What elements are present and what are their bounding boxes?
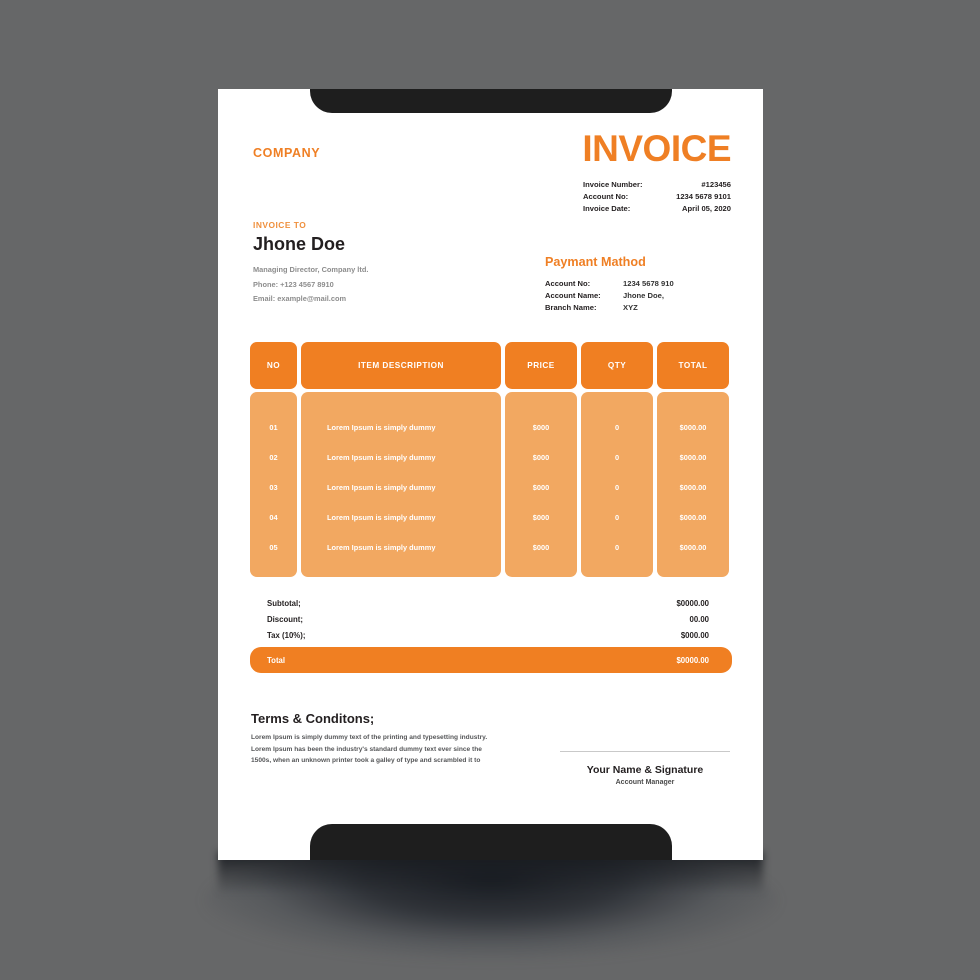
cell-qty: 0: [614, 482, 620, 492]
cell-price: $000: [532, 542, 550, 552]
meta-label: Invoice Date:: [583, 203, 631, 213]
signature-block: Your Name & Signature Account Manager: [560, 751, 730, 786]
summary-value: $000.00: [680, 630, 709, 640]
payment-value: Jhone Doe,: [623, 290, 664, 300]
invoice-meta-table: Invoice Number: #123456 Account No: 1234…: [583, 178, 731, 215]
items-column-total: $000.00 $000.00 $000.00 $000.00 $000.00: [657, 392, 729, 577]
cell-price: $000: [532, 452, 550, 462]
terms-line: Lorem Ipsum is simply dummy text of the …: [251, 734, 488, 741]
summary-label: Discount;: [267, 614, 303, 624]
column-header-qty: QTY: [581, 342, 653, 389]
summary-total-label: Total: [267, 655, 286, 665]
cell-total: $000.00: [679, 482, 707, 492]
items-table-body: 01 02 03 04 05 Lorem Ipsum is simply dum…: [250, 392, 732, 577]
client-phone-line: Phone: +123 4567 8910: [253, 279, 334, 289]
cell-description: Lorem Ipsum is simply dummy: [327, 542, 436, 552]
cell-total: $000.00: [679, 452, 707, 462]
cell-no: 01: [269, 422, 278, 432]
items-column-no: 01 02 03 04 05: [250, 392, 297, 577]
signature-line: [560, 751, 730, 752]
meta-value: April 05, 2020: [682, 203, 731, 213]
summary-row-total: Total $0000.00: [250, 647, 732, 673]
payment-row: Account Name: Jhone Doe,: [545, 289, 674, 301]
summary-label: Subtotal;: [267, 598, 301, 608]
cell-total: $000.00: [679, 542, 707, 552]
column-header-price: PRICE: [505, 342, 577, 389]
column-header-no: NO: [250, 342, 297, 389]
summary-row-tax: Tax (10%); $000.00: [250, 627, 732, 643]
meta-value: 1234 5678 9101: [676, 191, 731, 201]
items-column-qty: 0 0 0 0 0: [581, 392, 653, 577]
payment-value: XYZ: [623, 302, 638, 312]
terms-title: Terms & Conditons;: [251, 711, 375, 726]
summary-label: Tax (10%);: [267, 630, 306, 640]
cell-price: $000: [532, 422, 550, 432]
invoice-title: INVOICE: [582, 128, 731, 169]
signature-role: Account Manager: [615, 779, 675, 786]
payment-label: Account No:: [545, 278, 591, 288]
meta-label: Account No:: [583, 191, 629, 201]
cell-no: 02: [269, 452, 278, 462]
summary-value: $0000.00: [676, 598, 709, 608]
payment-label: Account Name:: [545, 290, 601, 300]
summary-total-value: $0000.00: [676, 655, 709, 665]
meta-row: Invoice Date: April 05, 2020: [583, 202, 731, 214]
cell-description: Lorem Ipsum is simply dummy: [327, 452, 436, 462]
company-name: COMPANY: [253, 146, 321, 160]
payment-method-title: Paymant Mathod: [545, 255, 646, 269]
payment-row: Account No: 1234 5678 910: [545, 277, 674, 289]
client-contact-block: Managing Director, Company ltd. Phone: +…: [253, 263, 463, 307]
cell-qty: 0: [614, 542, 620, 552]
invoice-content: COMPANY INVOICE Invoice Number: #123456 …: [218, 89, 763, 860]
terms-line: 1500s, when an unknown printer took a ga…: [251, 757, 481, 764]
summary-row-discount: Discount; 00.00: [250, 611, 732, 627]
meta-value: #123456: [701, 179, 731, 189]
meta-label: Invoice Number:: [583, 179, 643, 189]
cell-price: $000: [532, 482, 550, 492]
cell-qty: 0: [614, 452, 620, 462]
payment-row: Branch Name: XYZ: [545, 301, 674, 313]
summary-section: Subtotal; $0000.00 Discount; 00.00 Tax (…: [250, 595, 732, 673]
cell-no: 04: [269, 512, 278, 522]
cell-qty: 0: [614, 422, 620, 432]
cell-qty: 0: [614, 512, 620, 522]
items-column-description: Lorem Ipsum is simply dummy Lorem Ipsum …: [301, 392, 501, 577]
client-email-line: Email: example@mail.com: [253, 294, 347, 303]
summary-value: 00.00: [689, 614, 709, 624]
payment-label: Branch Name:: [545, 302, 597, 312]
cell-description: Lorem Ipsum is simply dummy: [327, 482, 436, 492]
cell-total: $000.00: [679, 422, 707, 432]
payment-value: 1234 5678 910: [623, 278, 674, 288]
cell-no: 05: [269, 542, 278, 552]
cell-no: 03: [269, 482, 278, 492]
meta-row: Invoice Number: #123456: [583, 178, 731, 190]
client-name: Jhone Doe: [253, 234, 346, 254]
cell-total: $000.00: [679, 512, 707, 522]
signature-name: Your Name & Signature: [586, 764, 704, 776]
payment-method-table: Account No: 1234 5678 910 Account Name: …: [545, 277, 674, 314]
items-column-price: $000 $000 $000 $000 $000: [505, 392, 577, 577]
column-header-description: ITEM DESCRIPTION: [301, 342, 501, 389]
column-header-total: TOTAL: [657, 342, 729, 389]
summary-row-subtotal: Subtotal; $0000.00: [250, 595, 732, 611]
meta-row: Account No: 1234 5678 9101: [583, 190, 731, 202]
cell-description: Lorem Ipsum is simply dummy: [327, 422, 436, 432]
cell-description: Lorem Ipsum is simply dummy: [327, 512, 436, 522]
invoice-to-label: INVOICE TO: [253, 220, 307, 230]
cell-price: $000: [532, 512, 550, 522]
items-table-header: NO ITEM DESCRIPTION PRICE QTY TOTAL: [250, 342, 732, 389]
terms-body: Lorem Ipsum is simply dummy text of the …: [251, 732, 497, 767]
terms-line: Lorem Ipsum has been the industry's stan…: [251, 745, 482, 753]
items-table: NO ITEM DESCRIPTION PRICE QTY TOTAL 01 0…: [250, 342, 732, 577]
client-role-line: Managing Director, Company ltd.: [253, 265, 369, 274]
invoice-sheet: COMPANY INVOICE Invoice Number: #123456 …: [218, 89, 763, 860]
